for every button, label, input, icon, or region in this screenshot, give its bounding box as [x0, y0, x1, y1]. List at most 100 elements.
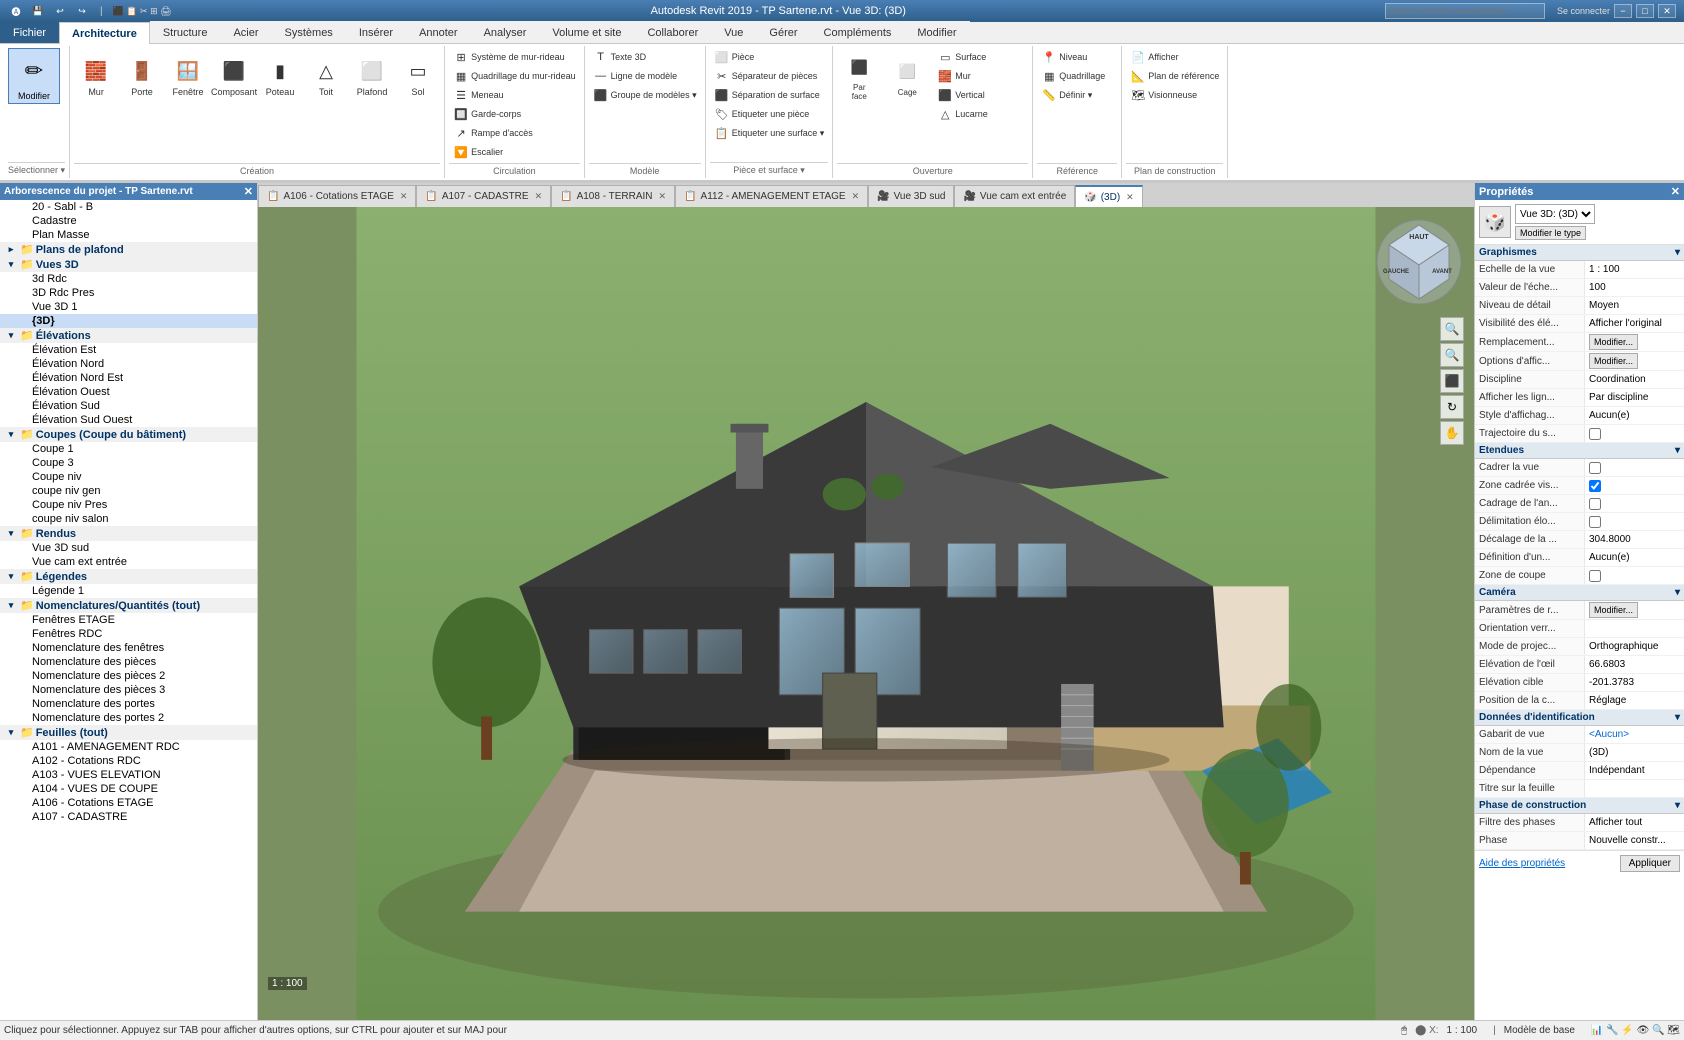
help-link[interactable]: Aide des propriétés — [1479, 858, 1565, 869]
btn-sep-piece[interactable]: ✂Séparateur de pièces — [710, 67, 822, 85]
tree-item[interactable]: Élévation Sud — [0, 399, 257, 413]
btn-mur[interactable]: 🧱Mur — [74, 48, 118, 104]
save-icon[interactable]: 💾 — [30, 3, 46, 19]
prop-modify-btn[interactable]: Modifier... — [1589, 334, 1638, 350]
tree-item[interactable]: A106 - Cotations ETAGE — [0, 796, 257, 810]
btn-escalier[interactable]: 🔽Escalier — [449, 143, 529, 161]
tree-item[interactable]: Coupe niv Pres — [0, 498, 257, 512]
tab-complements[interactable]: Compléments — [811, 21, 905, 43]
tree-item[interactable]: A102 - Cotations RDC — [0, 754, 257, 768]
minimize-btn[interactable]: − — [1614, 4, 1632, 18]
view-selector-dropdown[interactable]: Vue 3D: (3D) — [1515, 204, 1595, 224]
tab-volume[interactable]: Volume et site — [539, 21, 634, 43]
view-tab[interactable]: 🎥Vue 3D sud — [868, 185, 954, 207]
tab-gerer[interactable]: Gérer — [756, 21, 810, 43]
btn-texte3d[interactable]: TTexte 3D — [589, 48, 669, 66]
tree-item[interactable]: Vue cam ext entrée — [0, 555, 257, 569]
tree-item[interactable]: ▸📁 Plans de plafond — [0, 242, 257, 257]
btn-porte[interactable]: 🚪Porte — [120, 48, 164, 104]
btn-plan-ref[interactable]: 📐Plan de référence — [1126, 67, 1223, 85]
btn-niveau[interactable]: 📍Niveau — [1037, 48, 1117, 66]
btn-vertical[interactable]: ⬛Vertical — [933, 86, 1013, 104]
tree-item[interactable]: 3D Rdc Pres — [0, 286, 257, 300]
sidebar-close[interactable]: ✕ — [244, 185, 253, 198]
apply-btn[interactable]: Appliquer — [1620, 855, 1680, 872]
tab-acier[interactable]: Acier — [220, 21, 271, 43]
tab-modifier[interactable]: Modifier — [904, 21, 969, 43]
prop-section-header[interactable]: Phase de construction▾ — [1475, 798, 1684, 814]
tree-item[interactable]: Fenêtres ETAGE — [0, 613, 257, 627]
btn-rampe[interactable]: ↗Rampe d'accès — [449, 124, 537, 142]
tree-item[interactable]: Nomenclature des fenêtres — [0, 641, 257, 655]
prop-checkbox[interactable] — [1589, 428, 1601, 440]
view-tab[interactable]: 🎥Vue cam ext entrée — [954, 185, 1075, 207]
modify-button[interactable]: ✏ Modifier — [8, 48, 60, 104]
btn-mur-rideau[interactable]: ⊞Système de mur-rideau — [449, 48, 569, 66]
connect-label[interactable]: Se connecter — [1557, 6, 1610, 16]
tab-close-btn[interactable]: ✕ — [852, 191, 860, 202]
tree-item[interactable]: Élévation Ouest — [0, 385, 257, 399]
prop-checkbox[interactable] — [1589, 462, 1601, 474]
btn-quadrillage-mur[interactable]: ▦Quadrillage du mur-rideau — [449, 67, 580, 85]
prop-section-header[interactable]: Données d'identification▾ — [1475, 710, 1684, 726]
btn-mur-ouv[interactable]: 🧱Mur — [933, 67, 1013, 85]
tree-item[interactable]: ▾📁 Vues 3D — [0, 257, 257, 272]
tree-item[interactable]: Cadastre — [0, 214, 257, 228]
tree-item[interactable]: coupe niv gen — [0, 484, 257, 498]
tree-item[interactable]: Nomenclature des pièces — [0, 655, 257, 669]
nav-cube[interactable]: HAUT GAUCHE AVANT — [1374, 217, 1464, 307]
tree-item[interactable]: coupe niv salon — [0, 512, 257, 526]
btn-toit[interactable]: △Toit — [304, 48, 348, 104]
prop-checkbox[interactable] — [1589, 570, 1601, 582]
prop-section-header[interactable]: Graphismes▾ — [1475, 245, 1684, 261]
btn-poteau[interactable]: ▮Poteau — [258, 48, 302, 104]
search-input[interactable] — [1385, 3, 1545, 19]
btn-quadrillage[interactable]: ▦Quadrillage — [1037, 67, 1117, 85]
tree-item[interactable]: {3D} — [0, 314, 257, 328]
prop-checkbox[interactable] — [1589, 480, 1601, 492]
btn-definir[interactable]: 📏Définir ▾ — [1037, 86, 1117, 104]
btn-fenetre[interactable]: 🪟Fenêtre — [166, 48, 210, 104]
tab-annoter[interactable]: Annoter — [406, 21, 471, 43]
btn-piece[interactable]: ⬜Pièce — [710, 48, 790, 66]
view-tab[interactable]: 📋A108 - TERRAIN✕ — [551, 185, 675, 207]
tab-analyser[interactable]: Analyser — [471, 21, 540, 43]
tree-item[interactable]: ▾📁 Élévations — [0, 328, 257, 343]
tree-item[interactable]: 20 - Sabl - B — [0, 200, 257, 214]
tab-systemes[interactable]: Systèmes — [272, 21, 346, 43]
tree-item[interactable]: ▾📁 Coupes (Coupe du bâtiment) — [0, 427, 257, 442]
btn-composant[interactable]: ⬛Composant — [212, 48, 256, 104]
tree-item[interactable]: A103 - VUES ELEVATION — [0, 768, 257, 782]
btn-visionneuse[interactable]: 🗺Visionneuse — [1126, 86, 1206, 104]
viewport[interactable]: HAUT GAUCHE AVANT 🔍 🔍 ⬛ ↻ ✋ 1 : 100 — [258, 207, 1474, 1020]
tab-collaborer[interactable]: Collaborer — [634, 21, 711, 43]
tree-item[interactable]: Nomenclature des portes 2 — [0, 711, 257, 725]
close-btn[interactable]: ✕ — [1658, 4, 1676, 18]
tree-item[interactable]: Vue 3D 1 — [0, 300, 257, 314]
btn-surface[interactable]: ▭Surface — [933, 48, 1013, 66]
btn-groupe-modele[interactable]: ⬛Groupe de modèles ▾ — [589, 86, 701, 104]
prop-modify-btn[interactable]: Modifier... — [1589, 353, 1638, 369]
tree-item[interactable]: Élévation Sud Ouest — [0, 413, 257, 427]
btn-sep-surface[interactable]: ⬛Séparation de surface — [710, 86, 824, 104]
btn-afficher[interactable]: 📄Afficher — [1126, 48, 1206, 66]
btn-garde-corps[interactable]: 🔲Garde-corps — [449, 105, 529, 123]
tree-item[interactable]: ▾📁 Nomenclatures/Quantités (tout) — [0, 598, 257, 613]
tab-close-btn[interactable]: ✕ — [659, 191, 667, 202]
tree-item[interactable]: ▾📁 Rendus — [0, 526, 257, 541]
tree-item[interactable]: Vue 3D sud — [0, 541, 257, 555]
btn-plafond[interactable]: ⬜Plafond — [350, 48, 394, 104]
tab-architecture[interactable]: Architecture — [59, 22, 150, 44]
tab-close-btn[interactable]: ✕ — [400, 191, 408, 202]
btn-sol[interactable]: ▭Sol — [396, 48, 440, 104]
orbit-btn[interactable]: ↻ — [1440, 395, 1464, 419]
tree-item[interactable]: A107 - CADASTRE — [0, 810, 257, 824]
view-tab[interactable]: 📋A107 - CADASTRE✕ — [416, 185, 551, 207]
btn-ligne-modele[interactable]: —Ligne de modèle — [589, 67, 682, 85]
tree-item[interactable]: Élévation Nord — [0, 357, 257, 371]
view-tab[interactable]: 📋A106 - Cotations ETAGE✕ — [258, 185, 416, 207]
tab-vue[interactable]: Vue — [711, 21, 756, 43]
prop-section-header[interactable]: Caméra▾ — [1475, 585, 1684, 601]
tree-item[interactable]: ▾📁 Légendes — [0, 569, 257, 584]
prop-section-header[interactable]: Etendues▾ — [1475, 443, 1684, 459]
